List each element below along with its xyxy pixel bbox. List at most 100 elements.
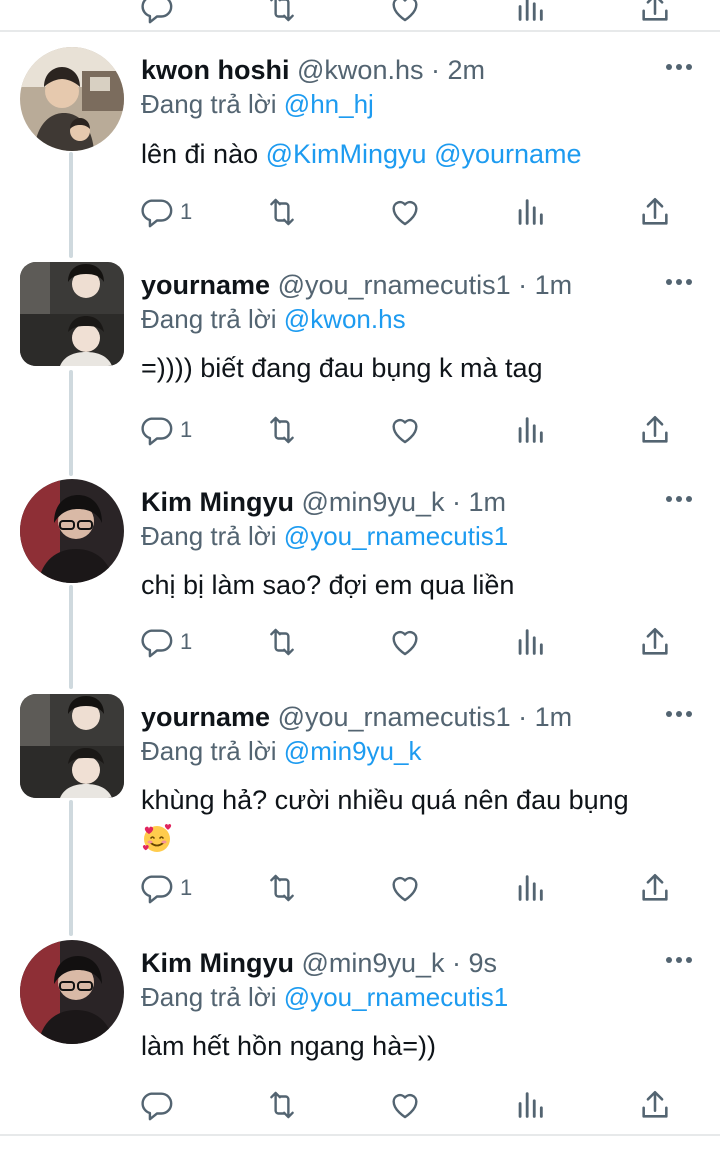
replying-to-handle[interactable]: @min9yu_k	[284, 736, 422, 766]
display-name[interactable]: yourname	[141, 270, 270, 300]
replying-to-handle[interactable]: @kwon.hs	[284, 304, 406, 334]
retweet-button[interactable]	[265, 410, 299, 450]
views-button[interactable]	[513, 0, 547, 28]
reply-button[interactable]	[140, 0, 174, 28]
user-handle[interactable]: @you_rnamecutis1	[278, 702, 511, 732]
divider	[0, 1134, 720, 1136]
retweet-button[interactable]	[265, 1085, 299, 1125]
tweet-text: chị bị làm sao? đợi em qua liền	[141, 570, 515, 600]
more-icon[interactable]	[664, 57, 694, 77]
tweet-text: làm hết hồn ngang hà=))	[141, 1031, 436, 1061]
avatar[interactable]	[20, 479, 124, 583]
tweet-header: kwon hoshi @kwon.hs · 2m	[141, 53, 485, 87]
reply-icon	[140, 0, 174, 25]
reply-count: 1	[180, 417, 193, 442]
retweet-button[interactable]	[265, 622, 299, 662]
like-button[interactable]	[388, 192, 422, 232]
views-button[interactable]	[513, 868, 547, 908]
like-button[interactable]	[388, 410, 422, 450]
replying-to-handle[interactable]: @you_rnamecutis1	[284, 982, 508, 1012]
share-button[interactable]	[638, 1085, 672, 1125]
like-button[interactable]	[388, 868, 422, 908]
replying-to-label: Đang trả lời	[141, 89, 277, 119]
reply-button[interactable]: 1	[140, 622, 192, 662]
tweet-time: · 2m	[431, 55, 485, 85]
avatar[interactable]	[20, 940, 124, 1044]
more-icon[interactable]	[664, 489, 694, 509]
like-icon	[388, 195, 422, 229]
more-icon[interactable]	[664, 704, 694, 724]
display-name[interactable]: Kim Mingyu	[141, 487, 294, 517]
share-button[interactable]	[638, 868, 672, 908]
display-name[interactable]: Kim Mingyu	[141, 948, 294, 978]
retweet-button[interactable]	[265, 0, 299, 28]
views-icon	[513, 625, 547, 659]
reply-button[interactable]: 1	[140, 192, 192, 232]
tweet-text: lên đi nào @KimMingyu @yourname	[141, 136, 691, 172]
retweet-icon	[265, 0, 299, 25]
reply-count: 1	[180, 199, 193, 224]
replying-to-label: Đang trả lời	[141, 736, 277, 766]
like-button[interactable]	[388, 622, 422, 662]
share-button[interactable]	[638, 0, 672, 28]
replying-to-handle[interactable]: @you_rnamecutis1	[284, 521, 508, 551]
like-icon	[388, 0, 422, 25]
views-icon	[513, 413, 547, 447]
retweet-icon	[265, 413, 299, 447]
retweet-button[interactable]	[265, 868, 299, 908]
tweet-text-content: khùng hả? cười nhiều quá nên đau bụng	[141, 785, 629, 815]
tweet-header: Kim Mingyu @min9yu_k · 1m	[141, 485, 506, 519]
like-button[interactable]	[388, 1085, 422, 1125]
reply-button[interactable]	[140, 1085, 180, 1125]
tweet-text: khùng hả? cười nhiều quá nên đau bụng	[141, 782, 691, 854]
user-handle[interactable]: @min9yu_k	[302, 948, 445, 978]
views-icon	[513, 0, 547, 25]
reply-icon	[140, 195, 174, 229]
retweet-icon	[265, 195, 299, 229]
like-icon	[388, 1088, 422, 1122]
mention-link[interactable]: @KimMingyu	[266, 139, 427, 169]
avatar[interactable]	[20, 694, 124, 798]
retweet-button[interactable]	[265, 192, 299, 232]
user-handle[interactable]: @min9yu_k	[302, 487, 445, 517]
replying-to-handle[interactable]: @hn_hj	[284, 89, 374, 119]
replying-to: Đang trả lời @hn_hj	[141, 87, 374, 121]
reply-button[interactable]: 1	[140, 868, 192, 908]
reply-icon	[140, 625, 174, 659]
more-icon[interactable]	[664, 950, 694, 970]
reply-count: 1	[180, 875, 193, 900]
views-button[interactable]	[513, 192, 547, 232]
views-button[interactable]	[513, 410, 547, 450]
replying-to-label: Đang trả lời	[141, 304, 277, 334]
user-handle[interactable]: @kwon.hs	[297, 55, 423, 85]
reply-icon	[140, 871, 174, 905]
reply-count: 1	[180, 629, 193, 654]
user-handle[interactable]: @you_rnamecutis1	[278, 270, 511, 300]
tweet-text: =)))) biết đang đau bụng k mà tag	[141, 353, 543, 383]
divider	[0, 30, 720, 32]
replying-to: Đang trả lời @min9yu_k	[141, 734, 421, 768]
share-button[interactable]	[638, 622, 672, 662]
avatar[interactable]	[20, 47, 124, 151]
tweet-time: · 1m	[518, 270, 573, 300]
avatar[interactable]	[20, 262, 124, 366]
tweet-time: · 1m	[518, 702, 573, 732]
like-button[interactable]	[388, 0, 422, 28]
views-button[interactable]	[513, 1085, 547, 1125]
share-icon	[638, 871, 672, 905]
reply-icon	[140, 1088, 174, 1122]
display-name[interactable]: yourname	[141, 702, 270, 732]
display-name[interactable]: kwon hoshi	[141, 55, 290, 85]
more-icon[interactable]	[664, 272, 694, 292]
mention-link[interactable]: @yourname	[434, 139, 581, 169]
tweet-text-content: lên đi nào	[141, 139, 259, 169]
like-icon	[388, 871, 422, 905]
share-button[interactable]	[638, 192, 672, 232]
replying-to: Đang trả lời @you_rnamecutis1	[141, 519, 508, 553]
reply-button[interactable]: 1	[140, 410, 192, 450]
share-button[interactable]	[638, 410, 672, 450]
smiling-face-with-hearts-icon	[142, 823, 172, 852]
views-button[interactable]	[513, 622, 547, 662]
like-icon	[388, 413, 422, 447]
share-icon	[638, 0, 672, 25]
